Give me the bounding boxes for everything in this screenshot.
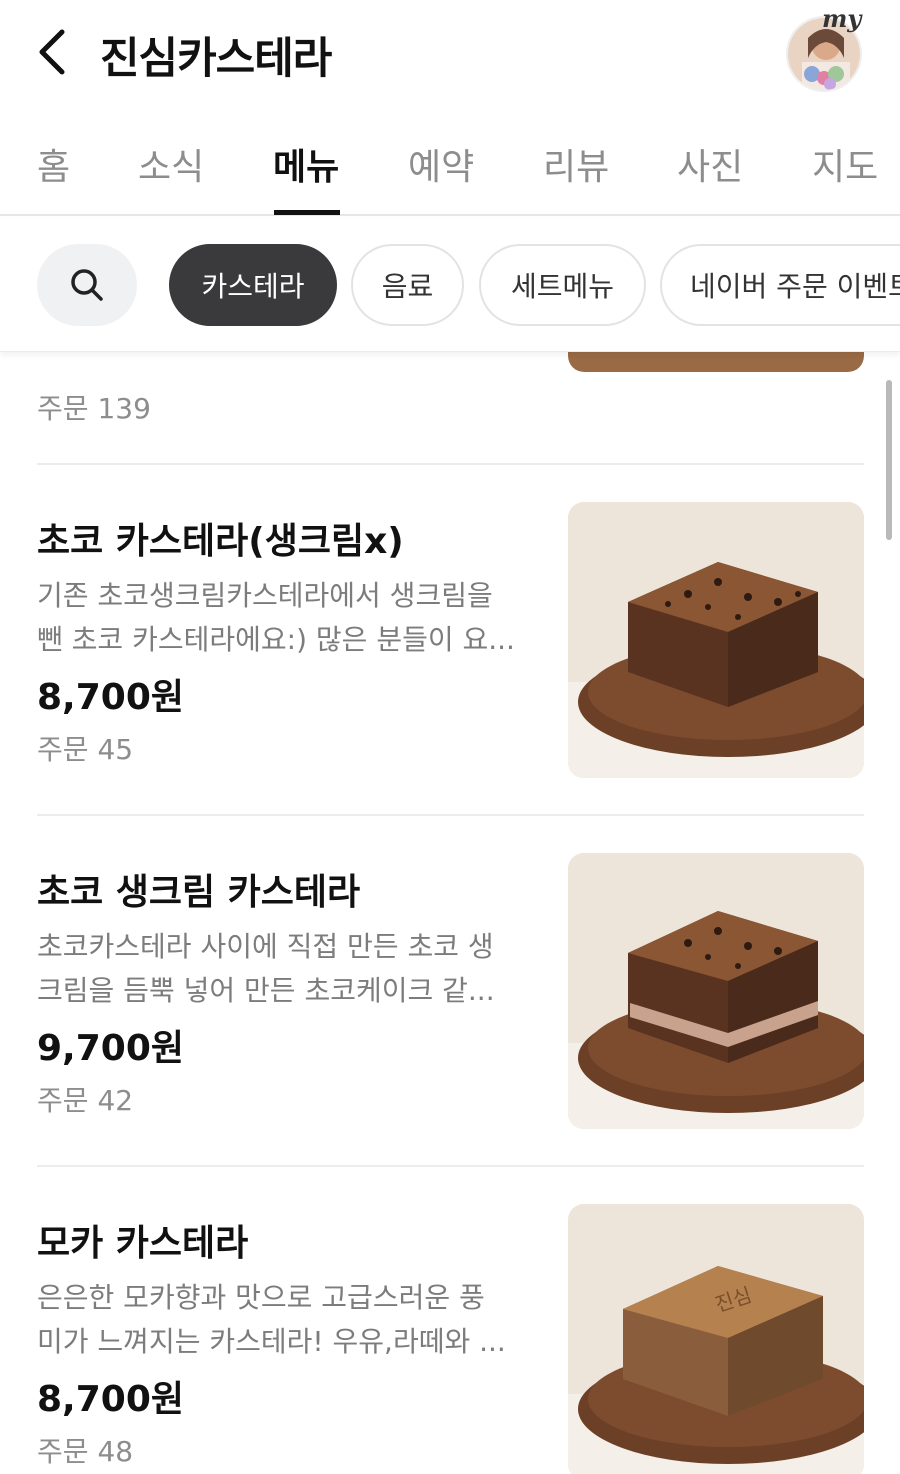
item-image bbox=[568, 502, 864, 778]
tab-home[interactable]: 홈 bbox=[37, 138, 70, 190]
order-label: 주문 bbox=[37, 392, 89, 425]
list-item[interactable]: 초코 생크림 카스테라 초코카스테라 사이에 직접 만든 초코 생 크림을 듬뿍… bbox=[37, 853, 864, 1129]
search-button[interactable] bbox=[37, 244, 137, 326]
chip-set-menu[interactable]: 세트메뉴 bbox=[479, 244, 646, 326]
my-badge: my bbox=[822, 4, 862, 33]
list-divider bbox=[37, 463, 864, 465]
item-price: 9,700원 bbox=[37, 1028, 184, 1069]
chip-naver-order-event[interactable]: 네이버 주문 이벤트 bbox=[660, 244, 900, 326]
item-description: 기존 초코생크림카스테라에서 생크림을 뺀 초코 카스테라에요:) 많은 분들이… bbox=[37, 574, 527, 662]
item-description-line: 크림을 듬뿍 넣어 만든 초코케이크 같... bbox=[37, 974, 495, 1007]
tab-news[interactable]: 소식 bbox=[138, 138, 204, 190]
item-description: 은은한 모카향과 맛으로 고급스러운 풍 미가 느껴지는 카스테라! 우유,라떼… bbox=[37, 1276, 527, 1364]
menu-list: 주문 139 초코 카스테라(생크림x) 기존 초코생크림카스테라에서 생크림을… bbox=[0, 352, 900, 1474]
item-description-line: 뺀 초코 카스테라에요:) 많은 분들이 요... bbox=[37, 623, 515, 656]
item-price: 8,700원 bbox=[37, 1379, 184, 1420]
tab-reviews[interactable]: 리뷰 bbox=[543, 138, 609, 190]
order-count-value: 45 bbox=[97, 733, 134, 766]
tab-menu[interactable]: 메뉴 bbox=[273, 138, 339, 190]
tab-bar: 홈 소식 메뉴 예약 리뷰 사진 지도 bbox=[0, 118, 900, 216]
item-description: 초코카스테라 사이에 직접 만든 초코 생 크림을 듬뿍 넣어 만든 초코케이크… bbox=[37, 925, 527, 1013]
order-label: 주문 bbox=[37, 1435, 89, 1468]
item-description-line: 초코카스테라 사이에 직접 만든 초코 생 bbox=[37, 930, 494, 963]
tab-map[interactable]: 지도 bbox=[812, 138, 878, 190]
item-name: 모카 카스테라 bbox=[37, 1223, 249, 1264]
tab-reservation[interactable]: 예약 bbox=[408, 138, 474, 190]
chip-castella[interactable]: 카스테라 bbox=[169, 244, 337, 326]
app-header: 진심카스테라 my bbox=[0, 0, 900, 105]
order-label: 주문 bbox=[37, 733, 89, 766]
item-name: 초코 생크림 카스테라 bbox=[37, 872, 361, 913]
back-arrow-icon[interactable] bbox=[30, 26, 74, 78]
mocha-castella-image: 진심 bbox=[568, 1204, 864, 1474]
item-image: 진심 bbox=[568, 1204, 864, 1474]
order-count-value: 42 bbox=[97, 1084, 134, 1117]
choco-cream-castella-image bbox=[568, 853, 864, 1129]
list-divider bbox=[37, 814, 864, 816]
item-description-line: 기존 초코생크림카스테라에서 생크림을 bbox=[37, 579, 493, 612]
choco-castella-image bbox=[568, 502, 864, 778]
search-icon bbox=[71, 269, 103, 301]
item-order-count: 주문 45 bbox=[37, 728, 133, 768]
item-order-count: 주문 48 bbox=[37, 1430, 133, 1470]
list-item[interactable]: 모카 카스테라 은은한 모카향과 맛으로 고급스러운 풍 미가 느껴지는 카스테… bbox=[37, 1204, 864, 1474]
item-order-count: 주문 42 bbox=[37, 1079, 133, 1119]
item-order-count: 주문 139 bbox=[37, 387, 151, 427]
item-image bbox=[568, 352, 864, 372]
active-tab-indicator bbox=[274, 210, 340, 215]
page-title: 진심카스테라 bbox=[100, 34, 332, 84]
item-price: 8,700원 bbox=[37, 677, 184, 718]
list-item[interactable]: 초코 카스테라(생크림x) 기존 초코생크림카스테라에서 생크림을 뺀 초코 카… bbox=[37, 502, 864, 778]
tab-photos[interactable]: 사진 bbox=[677, 138, 743, 190]
chip-drinks[interactable]: 음료 bbox=[351, 244, 464, 326]
scrollbar[interactable] bbox=[886, 380, 892, 540]
order-count-value: 139 bbox=[97, 392, 151, 425]
list-divider bbox=[37, 1165, 864, 1167]
item-description-line: 미가 느껴지는 카스테라! 우유,라떼와 ... bbox=[37, 1325, 506, 1358]
item-description-line: 은은한 모카향과 맛으로 고급스러운 풍 bbox=[37, 1281, 485, 1314]
list-item-partial[interactable]: 주문 139 bbox=[37, 352, 864, 432]
order-label: 주문 bbox=[37, 1084, 89, 1117]
item-name: 초코 카스테라(생크림x) bbox=[37, 521, 404, 562]
category-filter-bar: 카스테라 음료 세트메뉴 네이버 주문 이벤트 bbox=[0, 218, 900, 352]
item-image bbox=[568, 853, 864, 1129]
order-count-value: 48 bbox=[97, 1435, 134, 1468]
